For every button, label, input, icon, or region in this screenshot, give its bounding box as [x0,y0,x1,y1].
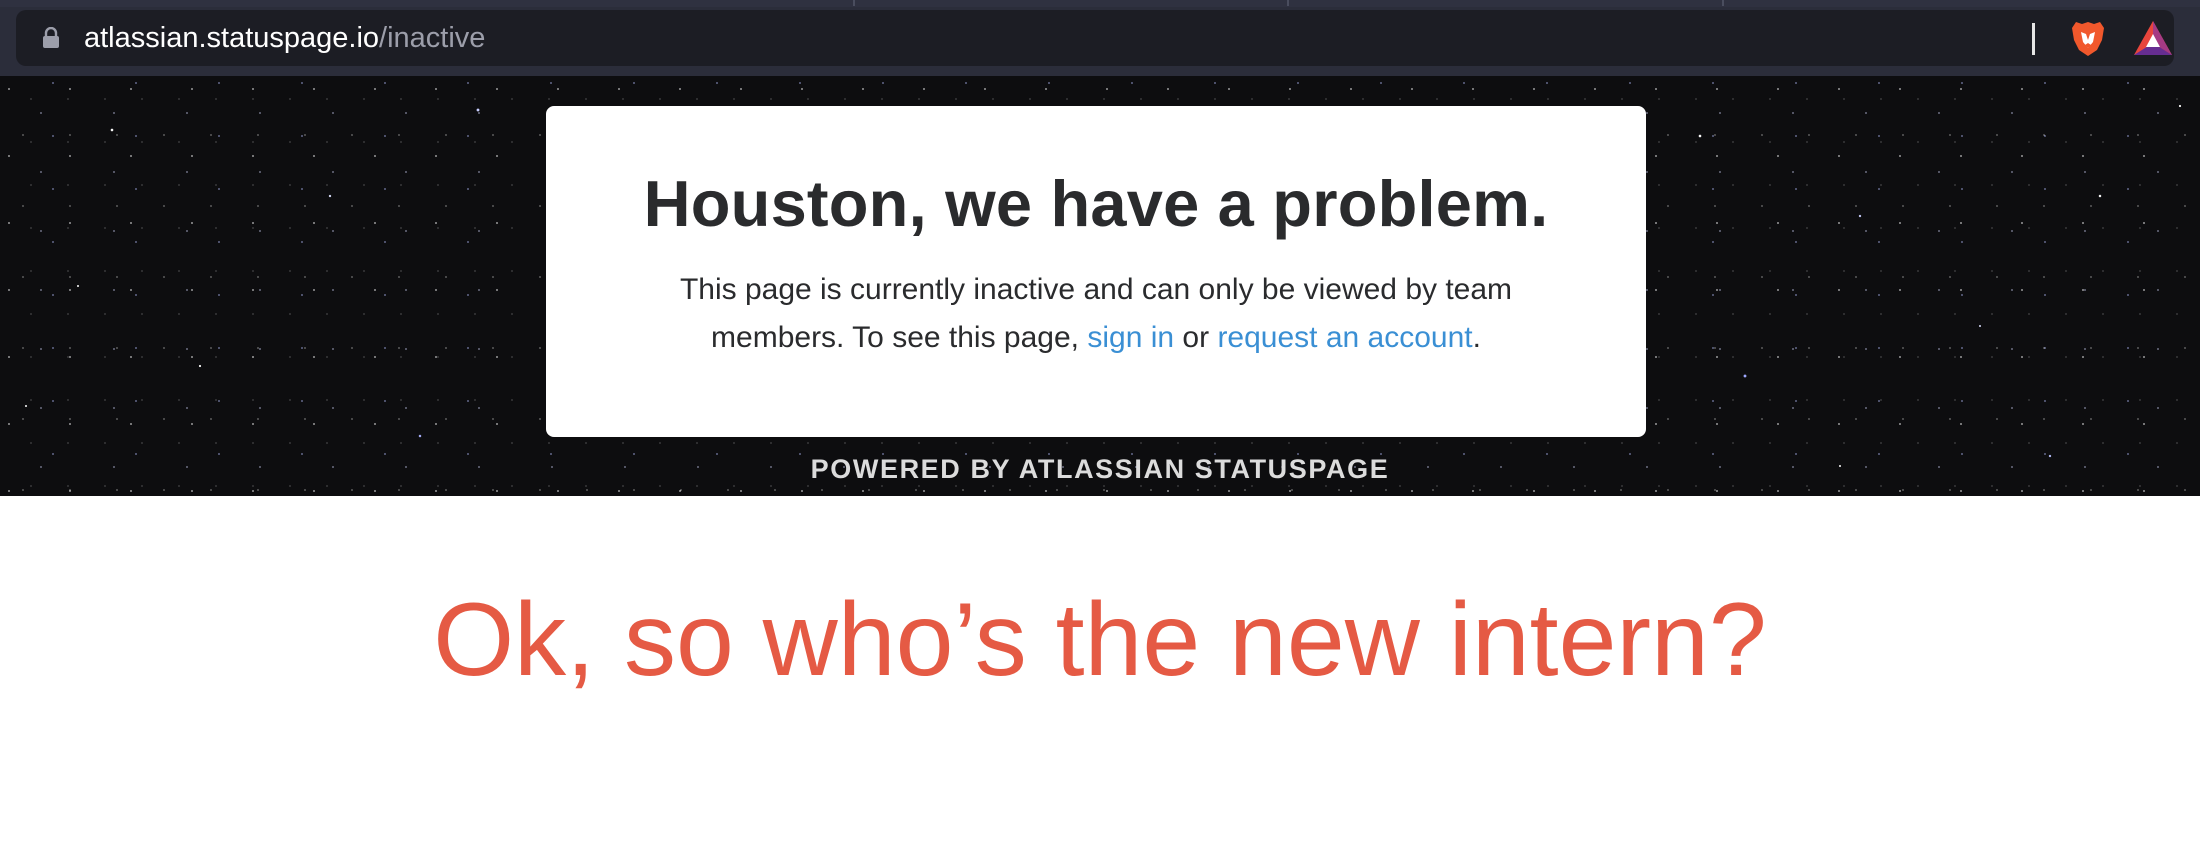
tab-strip [0,0,2200,7]
sign-in-link[interactable]: sign in [1087,321,1174,354]
screenshot: atlassian.statuspage.io/inactive Houston… [0,0,2200,866]
url-host: atlassian.statuspage.io [84,22,380,54]
browser-toolbar: atlassian.statuspage.io/inactive [0,0,2200,76]
caption-text: Ok, so who’s the new intern? [433,582,1767,698]
message-connector: or [1182,321,1210,354]
starfield-hero: Houston, we have a problem. This page is… [0,76,2200,496]
url-path: /inactive [379,22,486,54]
address-bar[interactable]: atlassian.statuspage.io/inactive [16,10,2174,66]
lock-icon[interactable] [42,27,60,49]
tab-separator [853,0,855,6]
powered-by-footer[interactable]: POWERED BY ATLASSIAN STATUSPAGE [0,454,2200,485]
url-divider [2032,23,2035,55]
url-text[interactable]: atlassian.statuspage.io/inactive [84,10,485,66]
page-heading: Houston, we have a problem. [643,167,1549,240]
message-period: . [1472,321,1481,354]
inactive-page-card: Houston, we have a problem. This page is… [546,106,1646,437]
bat-rewards-icon[interactable] [2132,19,2174,57]
tab-separator [1287,0,1289,6]
brave-lion-icon[interactable] [2068,18,2108,58]
tab-separator [1722,0,1724,6]
inactive-message: This page is currently inactive and can … [646,266,1546,362]
request-account-link[interactable]: request an account [1217,321,1472,354]
